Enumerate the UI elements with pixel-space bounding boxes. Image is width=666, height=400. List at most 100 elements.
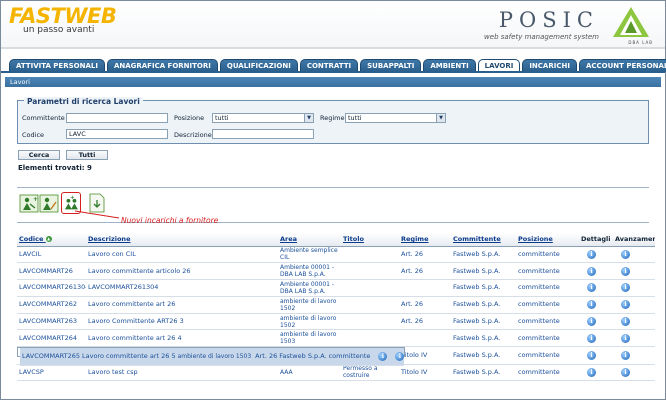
results-count: Elementi trovati: 9 bbox=[18, 164, 92, 172]
info-icon[interactable]: i bbox=[621, 367, 630, 377]
cell-codice[interactable]: LAVCOMMART261304 bbox=[17, 279, 86, 297]
info-icon[interactable]: i bbox=[587, 266, 596, 276]
info-icon[interactable]: i bbox=[621, 300, 630, 310]
cell-area: ambiente di lavoro 1502 bbox=[278, 296, 341, 314]
info-icon[interactable]: i bbox=[587, 283, 596, 293]
cerca-button[interactable]: Cerca bbox=[18, 150, 60, 160]
info-icon[interactable]: i bbox=[587, 317, 596, 327]
cell-area: Ambiente semplice CIL bbox=[278, 246, 341, 264]
callout-arrow-icon bbox=[74, 210, 120, 219]
cell-titolo bbox=[341, 246, 399, 264]
cell-area: Ambiente 00001 - DBA LAB S.p.A. bbox=[278, 279, 341, 297]
cell-regime: Art. 26 bbox=[399, 246, 451, 264]
cell-posizione: committente bbox=[516, 262, 579, 281]
info-icon[interactable]: i bbox=[587, 249, 596, 259]
cell-area: AAA bbox=[278, 364, 341, 382]
tutti-button[interactable]: Tutti bbox=[66, 150, 108, 160]
table-row[interactable]: LAVCOMMART262 Lavoro committente art 26 am… bbox=[17, 296, 655, 314]
cell-dettagli: i bbox=[579, 347, 613, 365]
section-title: Lavori bbox=[5, 77, 661, 87]
cell-dettagli: i bbox=[370, 348, 388, 366]
cell-codice[interactable]: LAVCOMMART265 bbox=[20, 348, 80, 366]
table-row[interactable]: LAVCOMMART264 Lavoro committente art 26 4… bbox=[17, 329, 655, 348]
product-title: POSIC bbox=[498, 8, 599, 32]
info-icon[interactable]: i bbox=[621, 249, 630, 259]
edit-work-button[interactable] bbox=[39, 192, 59, 214]
header-regime[interactable]: Regime bbox=[399, 233, 451, 247]
cell-descrizione: Lavoro con CIL bbox=[86, 246, 278, 264]
cell-committente: Fastweb S.p.A. bbox=[451, 347, 516, 365]
cell-committente: Fastweb S.p.A. bbox=[451, 279, 516, 297]
info-icon[interactable]: i bbox=[587, 367, 596, 377]
info-icon[interactable]: i bbox=[621, 333, 630, 343]
cell-dettagli: i bbox=[579, 262, 613, 281]
cell-area: ambiente di lavoro 1502 bbox=[278, 313, 341, 331]
posizione-value: tutti bbox=[215, 114, 229, 122]
cell-posizione: committente bbox=[516, 364, 579, 382]
cell-committente: Fastweb S.p.A. bbox=[451, 329, 516, 348]
cell-codice[interactable]: LAVCIL bbox=[17, 246, 86, 264]
table-row[interactable]: LAVCOMMART26 Lavoro committente articolo … bbox=[17, 262, 655, 281]
cell-committente: Fastweb S.p.A. bbox=[451, 364, 516, 382]
cell-dettagli: i bbox=[579, 296, 613, 314]
codice-label: Codice bbox=[22, 131, 45, 139]
cell-avanzamento: i bbox=[613, 262, 655, 281]
posizione-select[interactable]: tutti ▼ bbox=[212, 113, 314, 123]
info-icon[interactable]: i bbox=[378, 351, 388, 361]
info-icon[interactable]: i bbox=[587, 333, 596, 343]
chevron-down-icon: ▼ bbox=[436, 114, 445, 122]
codice-input[interactable]: LAVC bbox=[66, 129, 168, 139]
cell-titolo: Permesso a costruire bbox=[341, 364, 399, 382]
cell-codice[interactable]: LAVCOMMART263 bbox=[17, 313, 86, 331]
cell-codice[interactable]: LAVCOMMART264 bbox=[17, 329, 86, 348]
regime-select[interactable]: tutti ▼ bbox=[345, 113, 446, 123]
cell-committente: Fastweb S.p.A. bbox=[451, 313, 516, 331]
dba-lab-logo: DBA LAB bbox=[609, 5, 653, 45]
info-icon[interactable]: i bbox=[395, 351, 405, 361]
info-icon[interactable]: i bbox=[587, 350, 596, 360]
header-posizione[interactable]: Posizione bbox=[516, 233, 579, 247]
header-descrizione[interactable]: Descrizione bbox=[86, 233, 278, 247]
cell-dettagli: i bbox=[579, 329, 613, 348]
descrizione-label: Descrizione bbox=[174, 131, 212, 139]
header-committente[interactable]: Committente bbox=[451, 233, 516, 247]
descrizione-input[interactable] bbox=[212, 129, 314, 139]
table-row[interactable]: LAVCSP Lavoro test csp AAA Permesso a costr… bbox=[17, 364, 655, 382]
cell-descrizione: Lavoro committente art 26 bbox=[86, 296, 278, 314]
app-header: FASTWEB un passo avanti POSIC web safety… bbox=[1, 1, 665, 49]
cell-codice[interactable]: LAVCOMMART262 bbox=[17, 296, 86, 314]
cell-avanzamento: i bbox=[613, 347, 655, 365]
committente-input[interactable] bbox=[66, 113, 168, 123]
cell-committente: Fastweb S.p.A. bbox=[277, 348, 327, 366]
cell-codice[interactable]: LAVCSP bbox=[17, 364, 86, 382]
info-icon[interactable]: i bbox=[621, 317, 630, 327]
cell-committente: Fastweb S.p.A. bbox=[451, 246, 516, 264]
cell-posizione: committente bbox=[516, 313, 579, 331]
committente-label: Committente bbox=[22, 114, 65, 122]
cell-titolo bbox=[341, 313, 399, 331]
table-row[interactable]: LAVCOMMART265 Lavoro committente art 26 5… bbox=[17, 347, 406, 366]
search-title: Parametri di ricerca Lavori bbox=[24, 97, 143, 106]
info-icon[interactable]: i bbox=[621, 266, 630, 276]
cell-avanzamento: i bbox=[613, 296, 655, 314]
cell-regime: Titolo IV bbox=[399, 364, 451, 382]
dba-label: DBA LAB bbox=[628, 40, 653, 45]
cell-posizione: committente bbox=[516, 246, 579, 264]
info-icon[interactable]: i bbox=[621, 350, 630, 360]
header-area[interactable]: Area bbox=[278, 233, 341, 247]
new-work-button[interactable]: + bbox=[19, 192, 39, 214]
table-row[interactable]: LAVCIL Lavoro con CIL Ambiente semplice CI… bbox=[17, 246, 655, 264]
info-icon[interactable]: i bbox=[621, 283, 630, 293]
cell-descrizione: Lavoro committente art 26 5 bbox=[80, 348, 176, 366]
table-row[interactable]: LAVCOMMART263 Lavoro Committente ART26 3a… bbox=[17, 313, 655, 331]
cell-dettagli: i bbox=[579, 279, 613, 297]
cell-avanzamento: i bbox=[613, 246, 655, 264]
cell-codice[interactable]: LAVCOMMART26 bbox=[17, 262, 86, 281]
cell-committente: Fastweb S.p.A. bbox=[451, 296, 516, 314]
header-titolo[interactable]: Titolo bbox=[341, 233, 399, 247]
table-row[interactable]: LAVCOMMART261304 LAVCOMMART261304 Ambiente… bbox=[17, 279, 655, 297]
info-icon[interactable]: i bbox=[587, 300, 596, 310]
search-panel: Parametri di ricerca Lavori Committente … bbox=[17, 97, 649, 144]
header-codice[interactable]: Codice ▲ bbox=[17, 233, 86, 247]
cell-dettagli: i bbox=[579, 246, 613, 264]
